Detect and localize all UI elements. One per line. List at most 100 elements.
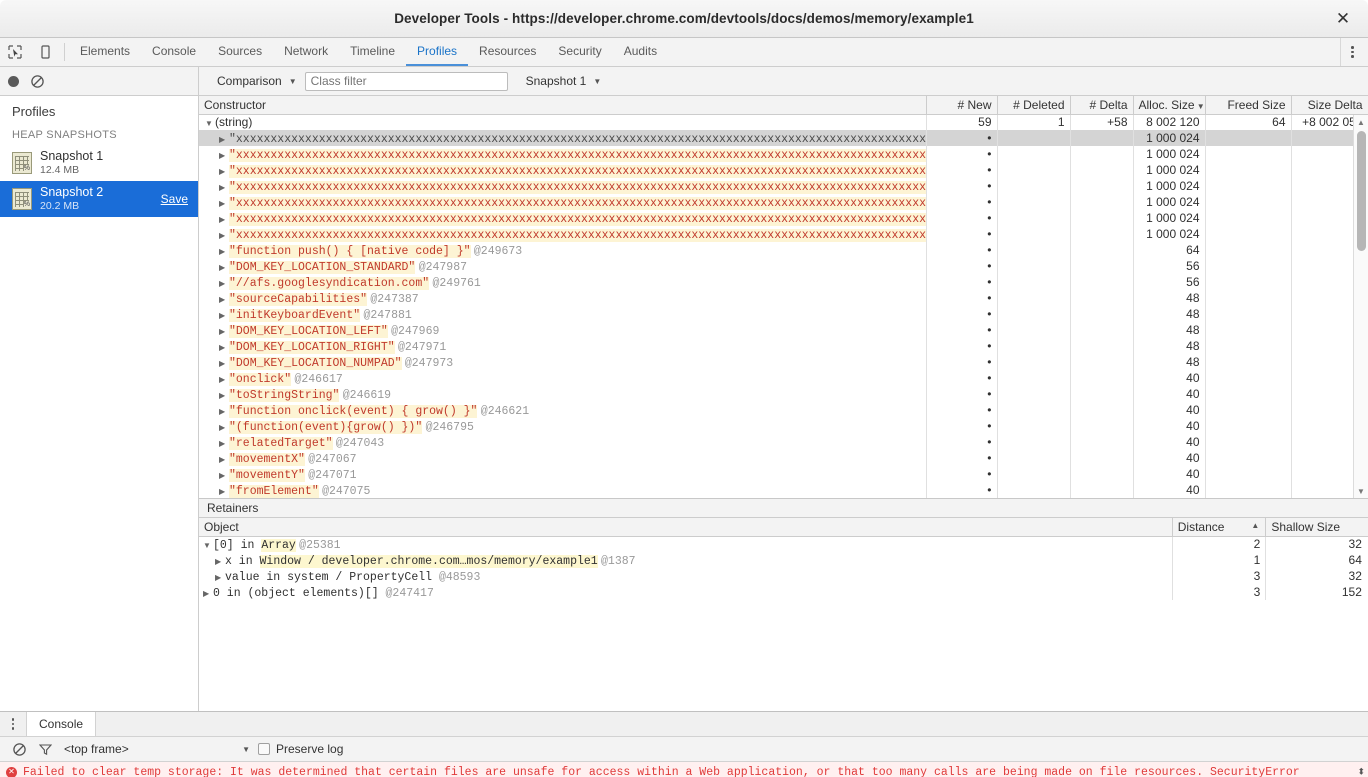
- table-row[interactable]: ▶"//afs.googlesyndication.com" @249761•5…: [199, 274, 1368, 290]
- drawer-menu-button[interactable]: [0, 712, 26, 736]
- expand-twisty-icon[interactable]: ▶: [219, 343, 229, 352]
- tab-sources[interactable]: Sources: [207, 38, 273, 66]
- constructor-cell[interactable]: ▼(string): [199, 114, 926, 130]
- retainer-object-cell[interactable]: ▼[0] in Array @25381: [199, 536, 1172, 552]
- expand-twisty-icon[interactable]: ▶: [219, 407, 229, 416]
- sidebar-item-snapshot-2[interactable]: Snapshot 220.2 MBSave: [0, 181, 198, 217]
- execution-context-select[interactable]: <top frame> ▼: [58, 742, 258, 756]
- constructor-cell[interactable]: ▶"movementY" @247071: [199, 466, 926, 482]
- expand-twisty-icon[interactable]: ▼: [203, 541, 213, 550]
- constructor-cell[interactable]: ▶"//afs.googlesyndication.com" @249761: [199, 274, 926, 290]
- retainer-object-cell[interactable]: ▶x in Window / developer.chrome.com…mos/…: [199, 552, 1172, 568]
- constructor-cell[interactable]: ▶"DOM_KEY_LOCATION_NUMPAD" @247973: [199, 354, 926, 370]
- expand-twisty-icon[interactable]: ▶: [219, 151, 229, 160]
- constructor-cell[interactable]: ▶"movementX" @247067: [199, 450, 926, 466]
- expand-twisty-icon[interactable]: ▶: [219, 471, 229, 480]
- expand-twisty-icon[interactable]: ▶: [219, 279, 229, 288]
- table-row[interactable]: ▶"relatedTarget" @247043•40: [199, 434, 1368, 450]
- expand-twisty-icon[interactable]: ▶: [219, 263, 229, 272]
- table-row[interactable]: ▶"DOM_KEY_LOCATION_NUMPAD" @247973•48: [199, 354, 1368, 370]
- retainer-object-cell[interactable]: ▶0 in (object elements)[] @247417: [199, 584, 1172, 600]
- constructor-cell[interactable]: ▶"DOM_KEY_LOCATION_STANDARD" @247987: [199, 258, 926, 274]
- table-row[interactable]: ▶"function push() { [native code] }" @24…: [199, 242, 1368, 258]
- constructor-cell[interactable]: ▶"xxxxxxxxxxxxxxxxxxxxxxxxxxxxxxxxxxxxxx…: [199, 130, 926, 146]
- table-row[interactable]: ▶x in Window / developer.chrome.com…mos/…: [199, 552, 1368, 568]
- tab-audits[interactable]: Audits: [613, 38, 668, 66]
- table-row[interactable]: ▶"DOM_KEY_LOCATION_RIGHT" @247971•48: [199, 338, 1368, 354]
- sidebar-item-snapshot-1[interactable]: Snapshot 112.4 MB: [0, 145, 198, 181]
- expand-twisty-icon[interactable]: ▼: [205, 119, 215, 128]
- expand-twisty-icon[interactable]: ▶: [219, 359, 229, 368]
- expand-twisty-icon[interactable]: ▶: [215, 573, 225, 582]
- table-row[interactable]: ▶"sourceCapabilities" @247387•48: [199, 290, 1368, 306]
- devtools-menu-button[interactable]: [1340, 38, 1364, 66]
- save-snapshot-link[interactable]: Save: [161, 192, 188, 206]
- expand-twisty-icon[interactable]: ▶: [219, 455, 229, 464]
- expand-twisty-icon[interactable]: ▶: [219, 199, 229, 208]
- expand-twisty-icon[interactable]: ▶: [219, 439, 229, 448]
- expand-twisty-icon[interactable]: ▶: [219, 487, 229, 496]
- constructor-cell[interactable]: ▶"DOM_KEY_LOCATION_RIGHT" @247971: [199, 338, 926, 354]
- expand-twisty-icon[interactable]: ▶: [219, 215, 229, 224]
- tab-profiles[interactable]: Profiles: [406, 38, 468, 66]
- tab-console[interactable]: Console: [141, 38, 207, 66]
- constructor-cell[interactable]: ▶"sourceCapabilities" @247387: [199, 290, 926, 306]
- table-row[interactable]: ▶"(function(event){grow() })" @246795•40: [199, 418, 1368, 434]
- heap-col-new[interactable]: # New: [926, 96, 997, 114]
- constructor-cell[interactable]: ▶"fromElement" @247075: [199, 482, 926, 498]
- constructor-cell[interactable]: ▶"function onclick(event) { grow() }" @2…: [199, 402, 926, 418]
- view-mode-select[interactable]: Comparison ▼: [209, 74, 305, 88]
- table-row[interactable]: ▶"DOM_KEY_LOCATION_LEFT" @247969•48: [199, 322, 1368, 338]
- table-row[interactable]: ▶"DOM_KEY_LOCATION_STANDARD" @247987•56: [199, 258, 1368, 274]
- retainer-object-cell[interactable]: ▶value in system / PropertyCell @48593: [199, 568, 1172, 584]
- table-row[interactable]: ▶"xxxxxxxxxxxxxxxxxxxxxxxxxxxxxxxxxxxxxx…: [199, 178, 1368, 194]
- table-row[interactable]: ▶"xxxxxxxxxxxxxxxxxxxxxxxxxxxxxxxxxxxxxx…: [199, 146, 1368, 162]
- constructor-cell[interactable]: ▶"xxxxxxxxxxxxxxxxxxxxxxxxxxxxxxxxxxxxxx…: [199, 146, 926, 162]
- expand-twisty-icon[interactable]: ▶: [203, 589, 213, 598]
- expand-twisty-icon[interactable]: ▶: [219, 311, 229, 320]
- retainers-col-distance[interactable]: Distance ▲: [1172, 518, 1266, 536]
- class-filter-input[interactable]: [305, 72, 508, 91]
- expand-twisty-icon[interactable]: ▶: [219, 391, 229, 400]
- table-row[interactable]: ▶"function onclick(event) { grow() }" @2…: [199, 402, 1368, 418]
- heap-col-constructor[interactable]: Constructor: [199, 96, 926, 114]
- expand-twisty-icon[interactable]: ▶: [219, 231, 229, 240]
- constructor-cell[interactable]: ▶"toStringString" @246619: [199, 386, 926, 402]
- constructor-cell[interactable]: ▶"xxxxxxxxxxxxxxxxxxxxxxxxxxxxxxxxxxxxxx…: [199, 210, 926, 226]
- constructor-cell[interactable]: ▶"relatedTarget" @247043: [199, 434, 926, 450]
- heap-col-delta[interactable]: # Delta: [1070, 96, 1133, 114]
- inspect-element-icon[interactable]: [0, 38, 30, 66]
- device-toolbar-icon[interactable]: [30, 38, 60, 66]
- expand-twisty-icon[interactable]: ▶: [219, 375, 229, 384]
- table-row[interactable]: ▶value in system / PropertyCell @4859333…: [199, 568, 1368, 584]
- constructor-cell[interactable]: ▶"xxxxxxxxxxxxxxxxxxxxxxxxxxxxxxxxxxxxxx…: [199, 194, 926, 210]
- expand-twisty-icon[interactable]: ▶: [219, 247, 229, 256]
- preserve-log-toggle[interactable]: Preserve log: [258, 742, 343, 756]
- table-row[interactable]: ▶"movementX" @247067•40: [199, 450, 1368, 466]
- table-row[interactable]: ▶0 in (object elements)[] @24741731520 %…: [199, 584, 1368, 600]
- scroll-up-arrow-icon[interactable]: ▲: [1354, 115, 1368, 129]
- constructor-cell[interactable]: ▶"DOM_KEY_LOCATION_LEFT" @247969: [199, 322, 926, 338]
- heap-col-alloc-size[interactable]: Alloc. Size ▼: [1133, 96, 1205, 114]
- table-row[interactable]: ▶"onclick" @246617•40: [199, 370, 1368, 386]
- close-window-button[interactable]: ✕: [1330, 6, 1356, 32]
- constructor-cell[interactable]: ▶"xxxxxxxxxxxxxxxxxxxxxxxxxxxxxxxxxxxxxx…: [199, 226, 926, 242]
- constructor-cell[interactable]: ▶"xxxxxxxxxxxxxxxxxxxxxxxxxxxxxxxxxxxxxx…: [199, 178, 926, 194]
- table-row[interactable]: ▶"initKeyboardEvent" @247881•48: [199, 306, 1368, 322]
- constructor-cell[interactable]: ▶"function push() { [native code] }" @24…: [199, 242, 926, 258]
- expand-twisty-icon[interactable]: ▶: [215, 557, 225, 566]
- table-row[interactable]: ▼[0] in Array @253812320 %8 000 37638 %: [199, 536, 1368, 552]
- filter-funnel-icon[interactable]: [32, 743, 58, 756]
- table-row[interactable]: ▶"xxxxxxxxxxxxxxxxxxxxxxxxxxxxxxxxxxxxxx…: [199, 210, 1368, 226]
- snapshot-select[interactable]: Snapshot 1 ▼: [518, 74, 610, 88]
- tab-timeline[interactable]: Timeline: [339, 38, 406, 66]
- expand-twisty-icon[interactable]: ▶: [219, 135, 229, 144]
- table-row[interactable]: ▶"xxxxxxxxxxxxxxxxxxxxxxxxxxxxxxxxxxxxxx…: [199, 226, 1368, 242]
- constructor-cell[interactable]: ▶"xxxxxxxxxxxxxxxxxxxxxxxxxxxxxxxxxxxxxx…: [199, 162, 926, 178]
- heap-col-size-delta[interactable]: Size Delta: [1291, 96, 1368, 114]
- retainers-col-object[interactable]: Object: [199, 518, 1172, 536]
- table-row[interactable]: ▶"xxxxxxxxxxxxxxxxxxxxxxxxxxxxxxxxxxxxxx…: [199, 194, 1368, 210]
- tab-resources[interactable]: Resources: [468, 38, 547, 66]
- heap-col-deleted[interactable]: # Deleted: [997, 96, 1070, 114]
- expand-twisty-icon[interactable]: ▶: [219, 327, 229, 336]
